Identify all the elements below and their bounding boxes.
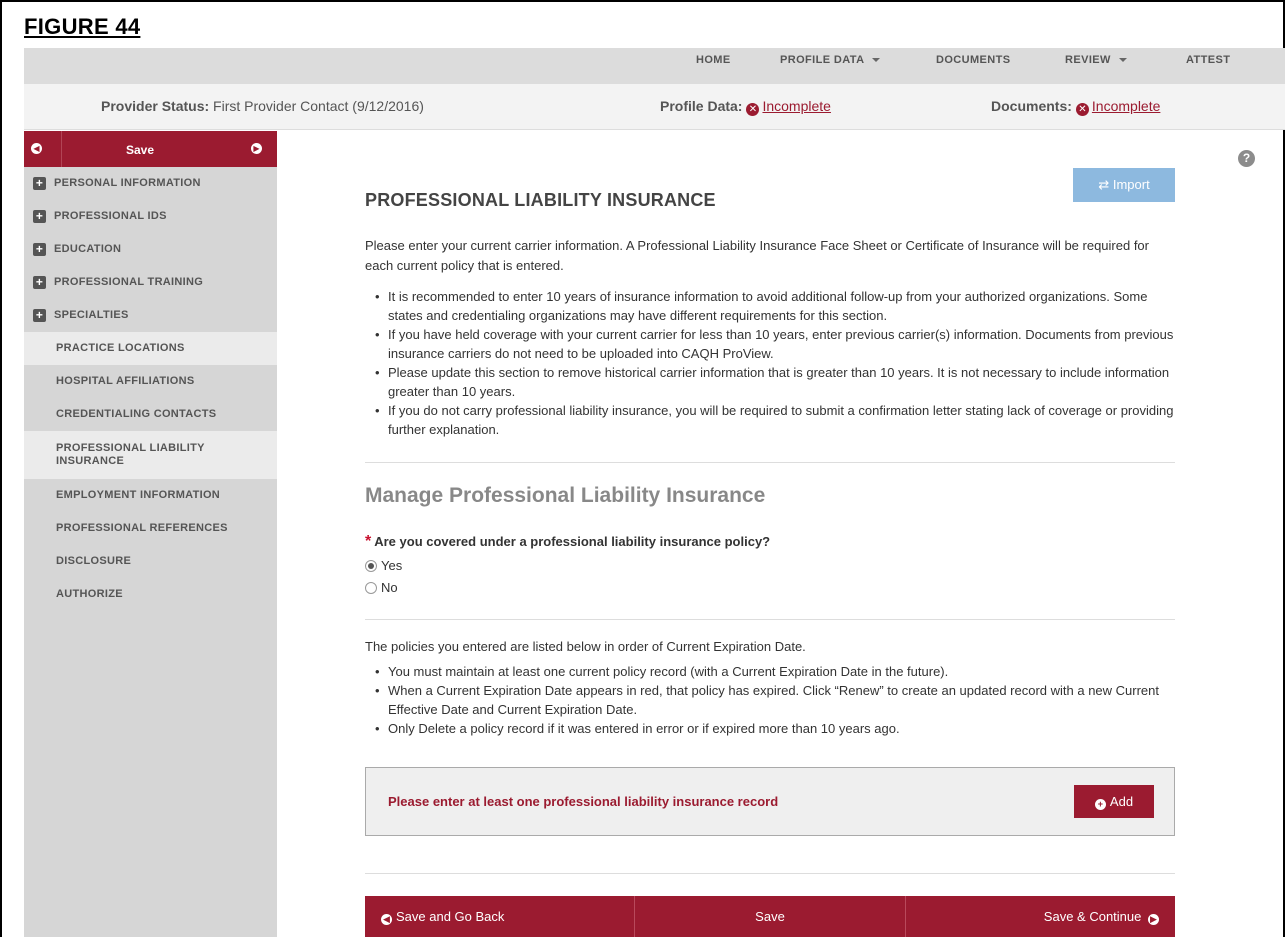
save-button[interactable]: Save: [635, 896, 905, 937]
arrow-right-circle-icon: ▶: [1148, 914, 1159, 925]
sidebar-item-authorize[interactable]: AUTHORIZE: [24, 578, 277, 611]
save-and-continue-button[interactable]: Save & Continue ▶: [1044, 896, 1159, 937]
error-circle-icon: ✕: [746, 103, 760, 116]
empty-records-box: Please enter at least one professional l…: [365, 767, 1175, 836]
provider-status-label: Provider Status:: [101, 98, 210, 114]
sidebar-item-label: SPECIALTIES: [54, 309, 129, 321]
sidebar-item-specialties[interactable]: + SPECIALTIES: [24, 299, 277, 332]
section-title: Manage Professional Liability Insurance: [365, 484, 766, 507]
sidebar-item-disclosure[interactable]: DISCLOSURE: [24, 545, 277, 578]
radio-unselected-icon[interactable]: [365, 582, 377, 594]
radio-no-label: No: [381, 580, 398, 595]
list-item: If you do not carry professional liabili…: [375, 401, 1175, 439]
list-item: You must maintain at least one current p…: [375, 662, 1175, 681]
figure-label: FIGURE 44: [24, 14, 141, 39]
plus-square-icon[interactable]: +: [33, 309, 46, 322]
nav-review[interactable]: REVIEW: [1065, 48, 1127, 84]
sidebar-save-button[interactable]: Save: [126, 143, 154, 157]
status-bar: Provider Status: First Provider Contact …: [24, 84, 1285, 130]
nav-profile-data-label: PROFILE DATA: [780, 54, 865, 66]
sidebar-save-bar: ◀ Save ▶: [24, 131, 277, 167]
plus-circle-icon: +: [1094, 799, 1106, 810]
chevron-down-icon: [1118, 58, 1127, 63]
arrow-left-circle-icon[interactable]: ◀: [31, 143, 42, 154]
plus-square-icon[interactable]: +: [33, 210, 46, 223]
sidebar-item-employment-information[interactable]: EMPLOYMENT INFORMATION: [24, 479, 277, 512]
list-item: When a Current Expiration Date appears i…: [375, 681, 1175, 719]
add-button-label: Add: [1109, 794, 1134, 809]
swap-arrows-icon: ⇄: [1098, 177, 1110, 192]
documents-label: Documents:: [991, 98, 1072, 114]
policy-guidance-list: You must maintain at least one current p…: [375, 662, 1175, 738]
sidebar-item-label: PROFESSIONAL TRAINING: [54, 276, 204, 288]
nav-home[interactable]: HOME: [696, 48, 731, 84]
sidebar-item-professional-references[interactable]: PROFESSIONAL REFERENCES: [24, 512, 277, 545]
nav-review-label: REVIEW: [1065, 54, 1111, 66]
intro-text: Please enter your current carrier inform…: [365, 238, 1149, 273]
provider-status-value: First Provider Contact (9/12/2016): [213, 98, 424, 114]
sidebar-item-label: PERSONAL INFORMATION: [54, 177, 201, 189]
coverage-question: * Are you covered under a professional li…: [365, 533, 770, 551]
sidebar-item-professional-liability-insurance[interactable]: PROFESSIONAL LIABILITY INSURANCE: [24, 431, 277, 479]
save-and-go-back-label: Save and Go Back: [396, 909, 505, 924]
policies-intro: The policies you entered are listed belo…: [365, 639, 806, 654]
divider: [61, 131, 62, 167]
page-title: PROFESSIONAL LIABILITY INSURANCE: [365, 190, 716, 210]
divider: [365, 873, 1175, 874]
nav-profile-data[interactable]: PROFILE DATA: [780, 48, 881, 84]
coverage-radio-no[interactable]: No: [365, 580, 398, 595]
list-item: It is recommended to enter 10 years of i…: [375, 287, 1175, 325]
profile-data-label: Profile Data:: [660, 98, 743, 114]
documents-status: Documents: ✕ Incomplete: [991, 98, 1160, 116]
sidebar-item-label: PROFESSIONAL IDS: [54, 210, 167, 222]
sidebar-item-personal-information[interactable]: + PERSONAL INFORMATION: [24, 167, 277, 200]
divider: [365, 462, 1175, 463]
error-circle-icon: ✕: [1075, 103, 1089, 116]
radio-selected-icon[interactable]: [365, 560, 377, 572]
coverage-question-label: Are you covered under a professional lia…: [374, 534, 771, 549]
radio-yes-label: Yes: [381, 558, 403, 573]
save-and-go-back-button[interactable]: ◀ Save and Go Back: [381, 896, 504, 937]
sidebar-item-credentialing-contacts[interactable]: CREDENTIALING CONTACTS: [24, 398, 277, 431]
footer-action-bar: ◀ Save and Go Back Save Save & Continue ▶: [365, 896, 1175, 937]
nav-documents[interactable]: DOCUMENTS: [936, 48, 1011, 84]
add-record-button[interactable]: + Add: [1074, 785, 1154, 818]
import-button[interactable]: ⇄ Import: [1073, 168, 1175, 202]
sidebar-item-hospital-affiliations[interactable]: HOSPITAL AFFILIATIONS: [24, 365, 277, 398]
sidebar: ◀ Save ▶ + PERSONAL INFORMATION + PROFESSI…: [24, 131, 277, 937]
top-nav: HOME PROFILE DATA DOCUMENTS REVIEW ATTES…: [24, 48, 1285, 84]
sidebar-item-education[interactable]: + EDUCATION: [24, 233, 277, 266]
sidebar-item-label: EDUCATION: [54, 243, 122, 255]
documents-incomplete-link[interactable]: Incomplete: [1092, 98, 1160, 114]
plus-square-icon[interactable]: +: [33, 177, 46, 190]
sidebar-item-professional-training[interactable]: + PROFESSIONAL TRAINING: [24, 266, 277, 299]
empty-records-message: Please enter at least one professional l…: [388, 794, 779, 809]
coverage-radio-yes[interactable]: Yes: [365, 558, 402, 573]
sidebar-item-professional-ids[interactable]: + PROFESSIONAL IDS: [24, 200, 277, 233]
list-item: Please update this section to remove his…: [375, 363, 1175, 401]
plus-square-icon[interactable]: +: [33, 276, 46, 289]
required-mark: *: [365, 533, 372, 550]
divider: [365, 619, 1175, 620]
provider-status: Provider Status: First Provider Contact …: [101, 98, 424, 114]
list-item: If you have held coverage with your curr…: [375, 325, 1175, 363]
help-icon[interactable]: ?: [1238, 150, 1255, 167]
list-item: Only Delete a policy record if it was en…: [375, 719, 1175, 738]
save-and-continue-label: Save & Continue: [1043, 909, 1142, 924]
profile-data-incomplete-link[interactable]: Incomplete: [762, 98, 830, 114]
import-button-label: Import: [1112, 177, 1150, 192]
nav-attest[interactable]: ATTEST: [1186, 48, 1230, 84]
arrow-right-circle-icon[interactable]: ▶: [251, 143, 262, 154]
sidebar-item-practice-locations[interactable]: PRACTICE LOCATIONS: [24, 332, 277, 365]
chevron-down-icon: [872, 58, 881, 63]
divider: [905, 896, 906, 937]
profile-data-status: Profile Data: ✕ Incomplete: [660, 98, 831, 116]
plus-square-icon[interactable]: +: [33, 243, 46, 256]
guidance-list: It is recommended to enter 10 years of i…: [375, 287, 1175, 439]
arrow-left-circle-icon: ◀: [381, 914, 392, 925]
